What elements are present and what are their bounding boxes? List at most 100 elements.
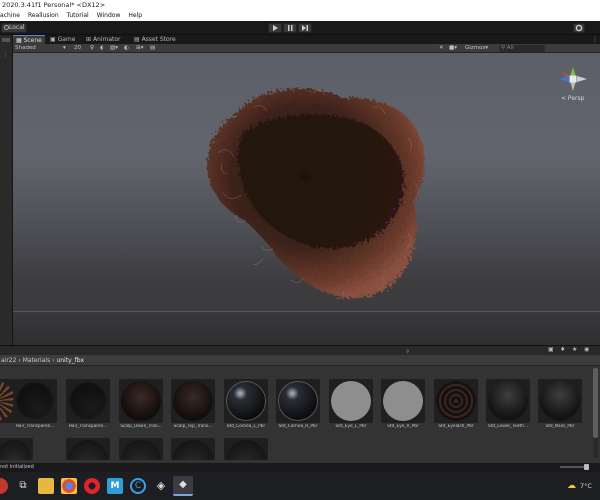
asset-tile[interactable]: Std_Eyelash_Pbr bbox=[434, 379, 478, 435]
asset-label: Std_Eye_R_Pbr bbox=[387, 424, 419, 429]
asset-label-icon[interactable]: ▣ bbox=[548, 346, 554, 353]
file-explorer-icon[interactable] bbox=[38, 478, 54, 494]
gizmos-label: Gizmos bbox=[465, 45, 486, 51]
material-thumbnail bbox=[381, 379, 425, 423]
scene-viewport[interactable]: < Persp bbox=[13, 53, 600, 345]
asset-tile[interactable] bbox=[119, 438, 163, 460]
breadcrumb-item[interactable]: unity_fbx bbox=[56, 357, 84, 364]
task-view-icon[interactable]: ⧉ bbox=[15, 478, 31, 494]
app-icon[interactable] bbox=[0, 478, 8, 494]
asset-label: Std_Cornea_R_Pbr bbox=[278, 424, 318, 429]
asset-grid: Hair_Transparen... Hair_Transparen... Sc… bbox=[0, 366, 600, 463]
asset-label: Scalp_Down_Tran... bbox=[120, 424, 162, 429]
project-search-input[interactable]: ⚲ bbox=[404, 347, 544, 355]
asset-scrollbar[interactable] bbox=[593, 368, 598, 458]
tab-animator-label: Animator bbox=[92, 36, 121, 43]
play-button[interactable] bbox=[268, 23, 282, 33]
main-toolbar: Local bbox=[0, 21, 600, 35]
grid-toggle-icon[interactable]: ⊞▾ bbox=[136, 44, 150, 53]
tab-animator[interactable]: ⊞ Animator bbox=[83, 35, 129, 44]
scene-tab-bar: ▦ Scene ▣ Game ⊞ Animator ▤ Asset Store … bbox=[13, 35, 600, 44]
opera-icon[interactable] bbox=[84, 478, 100, 494]
chrome-icon[interactable] bbox=[61, 478, 77, 494]
asset-tile[interactable]: Std_Lower_Teeth... bbox=[486, 379, 530, 435]
material-thumbnail bbox=[538, 379, 582, 423]
project-toolbar: ⚲ ▣ ♦ ★ ◉ bbox=[0, 345, 600, 355]
scene-search-placeholder: All bbox=[506, 45, 514, 51]
tab-asset-store[interactable]: ▤ Asset Store bbox=[131, 35, 187, 44]
hidden-objects-icon[interactable]: ◐ bbox=[124, 44, 132, 53]
asset-tile[interactable] bbox=[0, 438, 33, 460]
asset-tile[interactable] bbox=[66, 438, 110, 460]
dock-more-icon[interactable]: ⋮ bbox=[3, 52, 8, 58]
pause-button[interactable] bbox=[283, 23, 297, 33]
tab-scene[interactable]: ▦ Scene bbox=[13, 35, 45, 44]
animator-icon: ⊞ bbox=[86, 36, 93, 43]
menu-window[interactable]: Window bbox=[97, 12, 121, 19]
play-icon bbox=[273, 25, 278, 31]
step-button[interactable] bbox=[298, 23, 312, 33]
camera-icon[interactable]: ■▾ bbox=[449, 44, 463, 53]
settings-button[interactable] bbox=[573, 23, 585, 33]
thumbnail-size-slider[interactable] bbox=[560, 464, 589, 470]
pivot-label: Local bbox=[9, 24, 25, 31]
asset-label: Scalp_Top_Trans... bbox=[173, 424, 213, 429]
asset-tile[interactable]: Scalp_Down_Tran... bbox=[119, 379, 163, 435]
menu-reallusion[interactable]: Reallusion bbox=[28, 12, 59, 19]
left-dock-strip: ⋮ bbox=[0, 35, 13, 345]
menu-machine[interactable]: achine bbox=[0, 12, 20, 19]
tools-icon[interactable]: ✕ bbox=[439, 44, 447, 53]
weather-icon[interactable]: ☁ bbox=[567, 481, 576, 491]
material-thumbnail bbox=[434, 379, 478, 423]
asset-tile[interactable]: Std_Cornea_L_Pbr bbox=[224, 379, 268, 435]
eye-icon[interactable]: ◉ bbox=[584, 346, 589, 353]
asset-label: Std_Lower_Teeth... bbox=[488, 424, 528, 429]
material-thumbnail bbox=[329, 379, 373, 423]
game-icon: ▣ bbox=[50, 36, 58, 43]
unity-editor-icon[interactable]: ◆ bbox=[173, 476, 193, 496]
perspective-label[interactable]: < Persp bbox=[561, 95, 584, 102]
asset-tile[interactable]: Std_Eye_L_Pbr bbox=[329, 379, 373, 435]
pivot-rotation-toggle[interactable]: Local bbox=[1, 23, 27, 33]
asset-tile[interactable]: Hair_Transparen... bbox=[13, 379, 57, 435]
asset-label: Hair_Transparen... bbox=[68, 424, 108, 429]
menu-help[interactable]: Help bbox=[128, 12, 142, 19]
scrollbar-thumb[interactable] bbox=[593, 368, 598, 438]
os-taskbar: ⧉ M C ◈ ◆ ☁ 7°C bbox=[0, 472, 600, 500]
material-thumbnail bbox=[119, 379, 163, 423]
asset-tile[interactable]: Std_Eye_R_Pbr bbox=[381, 379, 425, 435]
tab-game-label: Game bbox=[57, 36, 76, 43]
asset-label: Std_Eyelash_Pbr bbox=[438, 424, 474, 429]
scene-search-input[interactable]: ⚲ All bbox=[499, 45, 545, 52]
asset-tile[interactable]: Std_Cornea_R_Pbr bbox=[276, 379, 320, 435]
status-bar: not initialized bbox=[0, 463, 600, 472]
draw-mode-value: Shaded bbox=[15, 45, 36, 51]
tab-menu-icon[interactable]: ⋮ bbox=[589, 35, 600, 44]
breadcrumb-item[interactable]: Materials bbox=[23, 357, 51, 364]
unity-hub-icon[interactable]: ◈ bbox=[153, 478, 169, 494]
asset-label: Std_Eye_L_Pbr bbox=[335, 424, 367, 429]
asset-tile[interactable]: Scalp_Top_Trans... bbox=[171, 379, 215, 435]
asset-tile[interactable]: Hair_Transparen... bbox=[66, 379, 110, 435]
audio-toggle-icon[interactable]: ◖ bbox=[100, 44, 108, 53]
effects-toggle-icon[interactable]: ▧▾ bbox=[110, 44, 120, 53]
character-creator-icon[interactable]: C bbox=[130, 478, 146, 494]
breadcrumb-item[interactable]: air22 bbox=[1, 357, 16, 364]
scene-icon: ▦ bbox=[16, 37, 24, 44]
asset-tile[interactable] bbox=[224, 438, 268, 460]
asset-tile[interactable]: Std_Nails_Pbr bbox=[538, 379, 582, 435]
asset-tile[interactable] bbox=[171, 438, 215, 460]
component-editor-icon[interactable]: ▤ bbox=[150, 44, 158, 53]
scene-toolbar: Shaded ▾ 20 ♀ ◖ ▧▾ ◐ ⊞▾ ▤ ✕ ■▾ Gizmos▾ ⚲… bbox=[13, 44, 600, 53]
dock-handle-icon[interactable] bbox=[2, 38, 10, 42]
gizmos-dropdown[interactable]: Gizmos▾ bbox=[465, 44, 495, 53]
lighting-toggle-icon[interactable]: ♀ bbox=[90, 44, 98, 53]
draw-mode-dropdown[interactable]: Shaded ▾ bbox=[15, 44, 69, 53]
slider-handle[interactable] bbox=[584, 464, 589, 470]
2d-toggle-button[interactable]: 20 bbox=[74, 44, 86, 53]
menu-tutorial[interactable]: Tutorial bbox=[67, 12, 89, 19]
filter-type-icon[interactable]: ♦ bbox=[560, 346, 565, 353]
favorite-icon[interactable]: ★ bbox=[572, 346, 577, 353]
maya-icon[interactable]: M bbox=[107, 478, 123, 494]
tab-game[interactable]: ▣ Game bbox=[47, 35, 81, 44]
